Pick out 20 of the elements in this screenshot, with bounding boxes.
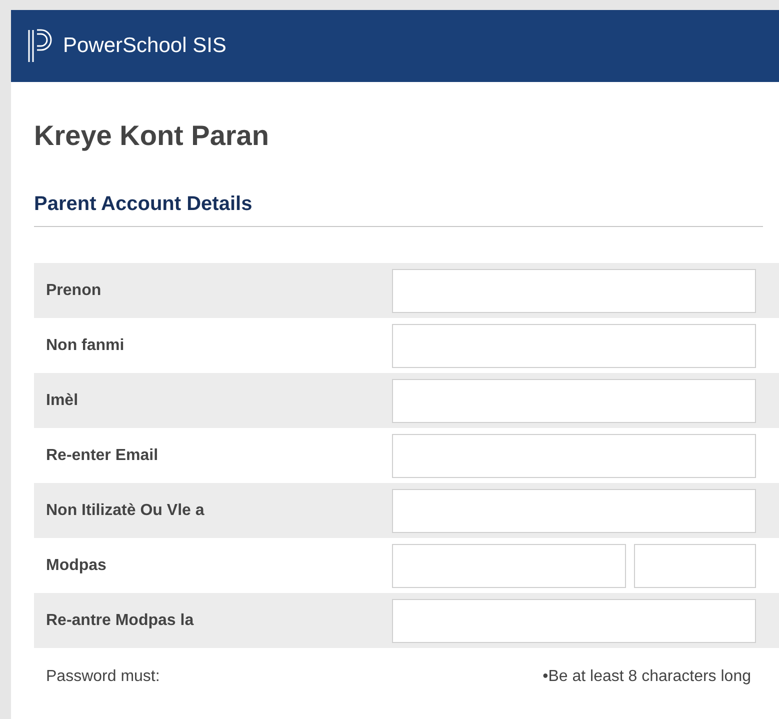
field-label: Modpas (45, 556, 108, 574)
input-field[interactable] (392, 268, 756, 312)
input-field[interactable] (392, 598, 756, 642)
input-field[interactable] (634, 544, 756, 588)
field-label: Re-antre Modpas la (45, 612, 195, 630)
field-label: Re-enter Email (45, 446, 160, 464)
field-label: Imèl (45, 392, 80, 410)
input-field[interactable] (392, 488, 756, 532)
page-title: Kreye Kont Paran (34, 120, 270, 152)
input-field[interactable] (392, 378, 756, 422)
product-name: PowerSchool SIS (63, 34, 226, 58)
rules-label: Password must: (46, 668, 160, 686)
password-rule: •Be at least 8 characters long (542, 668, 751, 686)
section-title: Parent Account Details (34, 192, 763, 227)
input-field[interactable] (392, 544, 626, 588)
field-label: Non Itilizatè Ou Vle a (45, 502, 206, 520)
field-label: Non fanmi (45, 336, 126, 354)
input-field[interactable] (392, 324, 756, 368)
field-label: Prenon (45, 282, 102, 300)
input-field[interactable] (392, 434, 756, 478)
